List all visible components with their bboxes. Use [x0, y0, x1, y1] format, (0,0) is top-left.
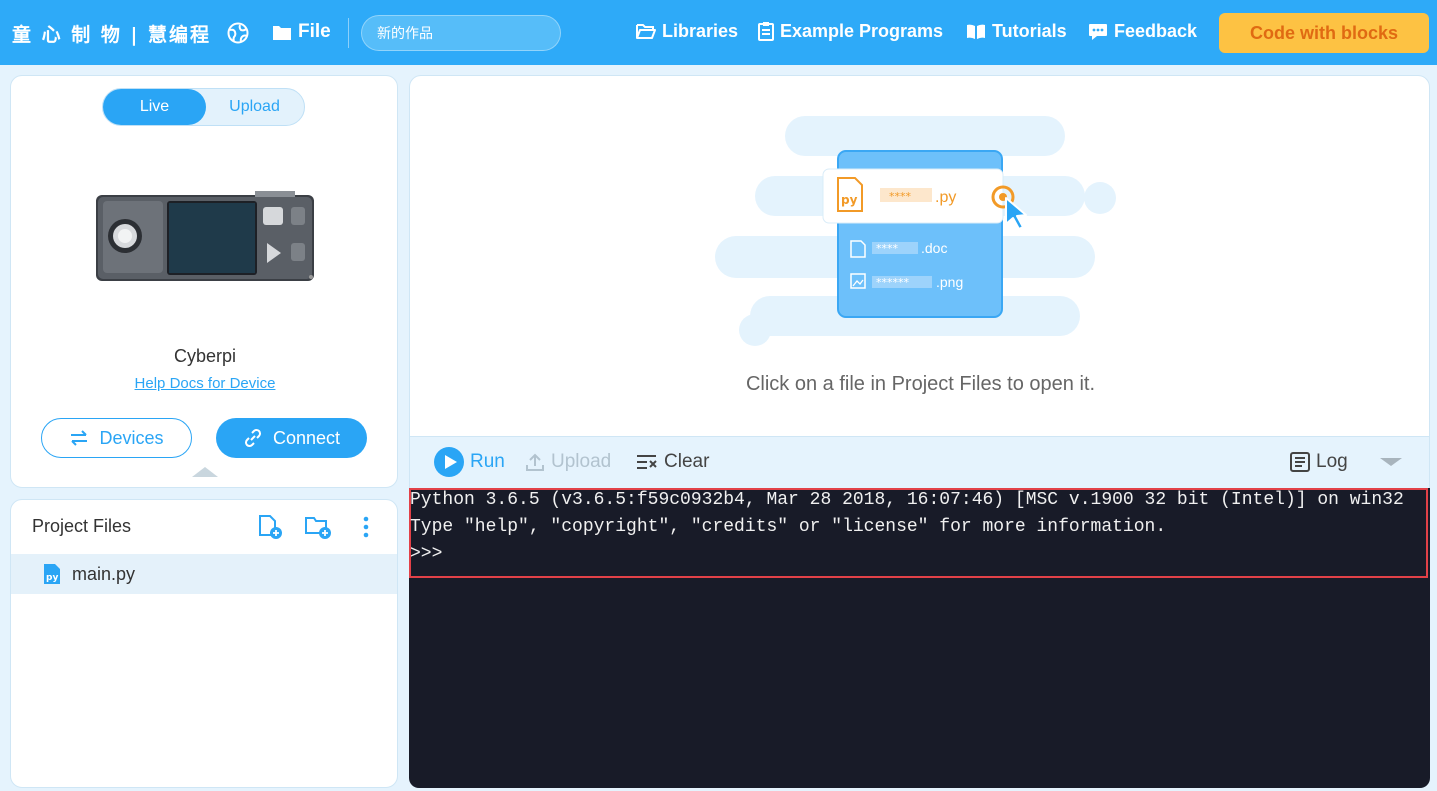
book-icon: [967, 24, 985, 39]
project-files-title: Project Files: [32, 516, 132, 536]
upload-button[interactable]: Upload: [525, 447, 611, 477]
files-actions: [255, 512, 381, 542]
swap-arrows-icon: [71, 430, 88, 446]
console-line: Type "help", "copyright", "credits" or "…: [410, 517, 1167, 537]
libraries-link[interactable]: Libraries: [636, 21, 738, 42]
tutorials-link[interactable]: Tutorials: [966, 21, 1067, 42]
mode-toggle: Upload Live: [102, 88, 305, 126]
project-files-panel: Project Files py main.py: [10, 499, 398, 788]
globe-icon[interactable]: [227, 22, 249, 44]
new-file-icon[interactable]: [255, 512, 285, 542]
code-with-blocks-button[interactable]: Code with blocks: [1219, 13, 1429, 53]
log-button[interactable]: Log: [1290, 447, 1348, 477]
top-bar: 童 心 制 物 | 慧编程 File Libraries Example Pro…: [0, 0, 1437, 65]
feedback-label: Feedback: [1114, 21, 1198, 41]
help-docs-link[interactable]: Help Docs for Device: [11, 375, 399, 392]
log-label: Log: [1316, 451, 1348, 472]
log-icon: [1290, 452, 1310, 472]
folder-open-icon: [636, 24, 656, 39]
clear-icon: [637, 455, 657, 469]
chevron-down-icon[interactable]: [1380, 447, 1402, 477]
illustration-png-label: ******: [876, 276, 910, 289]
more-options-icon[interactable]: [351, 512, 381, 542]
file-list-item[interactable]: py main.py: [11, 554, 397, 594]
device-panel: Upload Live Cyberpi Help Docs for Device…: [10, 75, 398, 488]
editor-area: **** .doc ****** .png py **** .py Click …: [409, 75, 1430, 437]
brand-logo: 童 心 制 物 | 慧编程: [12, 24, 212, 46]
feedback-link[interactable]: Feedback: [1088, 21, 1197, 42]
python-file-icon: py: [44, 564, 60, 584]
tutorials-label: Tutorials: [992, 21, 1067, 41]
collapse-arrow-icon[interactable]: [192, 467, 218, 477]
folder-icon: [273, 25, 291, 40]
device-name: Cyberpi: [173, 346, 237, 366]
console-prompt: >>>: [410, 544, 443, 564]
mode-upload-option[interactable]: Upload: [203, 89, 306, 125]
devices-button-label: Devices: [99, 427, 164, 448]
illustration-py-label: ****: [889, 190, 912, 203]
illustration-png-ext: .png: [936, 274, 963, 290]
project-name-input[interactable]: [361, 15, 561, 51]
document-list-icon: [758, 22, 774, 41]
run-button[interactable]: Run: [434, 447, 505, 477]
mode-live-option[interactable]: Live: [103, 89, 206, 125]
svg-text:py: py: [46, 573, 58, 583]
connect-button-label: Connect: [272, 427, 341, 448]
console-line: Python 3.6.5 (v3.6.5:f59c0932b4, Mar 28 …: [410, 490, 1404, 510]
console-toolbar: Run Upload Clear Log: [409, 437, 1430, 488]
divider: [348, 18, 349, 48]
example-programs-link[interactable]: Example Programs: [758, 21, 943, 42]
illustration-doc-label: ****: [876, 242, 899, 255]
upload-icon: [526, 453, 544, 471]
upload-label: Upload: [551, 451, 612, 472]
file-name: main.py: [72, 563, 136, 584]
clear-button[interactable]: Clear: [636, 447, 709, 477]
libraries-label: Libraries: [662, 21, 739, 41]
example-programs-label: Example Programs: [780, 21, 944, 41]
illustration-py-ext: .py: [935, 189, 956, 206]
editor-empty-hint: Click on a file in Project Files to open…: [745, 373, 1096, 395]
open-file-illustration: **** .doc ****** .png py **** .py: [715, 116, 1116, 346]
clear-label: Clear: [664, 451, 710, 472]
file-menu[interactable]: File: [272, 21, 331, 43]
file-menu-label: File: [298, 21, 331, 42]
link-icon: [244, 428, 261, 448]
chat-bubble-icon: [1089, 23, 1107, 40]
python-console[interactable]: Python 3.6.5 (v3.6.5:f59c0932b4, Mar 28 …: [409, 488, 1430, 788]
devices-button[interactable]: Devices: [41, 418, 192, 458]
run-label: Run: [470, 451, 505, 472]
svg-text:py: py: [841, 193, 858, 207]
new-folder-icon[interactable]: [303, 512, 333, 542]
cyberpi-device-image: [96, 191, 314, 281]
illustration-doc-ext: .doc: [921, 240, 947, 256]
connect-button[interactable]: Connect: [216, 418, 367, 458]
play-icon: [434, 447, 464, 477]
